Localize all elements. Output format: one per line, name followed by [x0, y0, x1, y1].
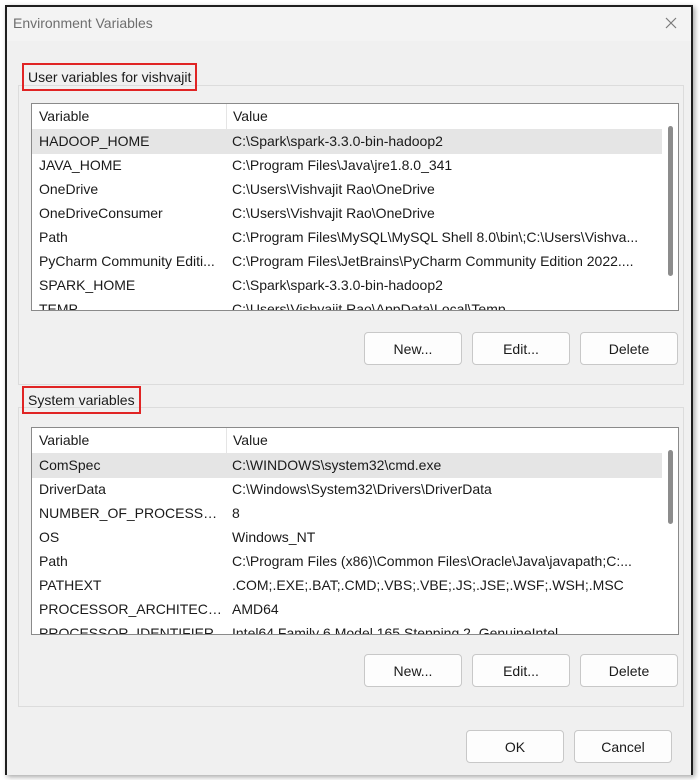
variable-name-cell: TEMP: [39, 301, 78, 311]
variable-name-cell: PATHEXT: [39, 577, 102, 593]
table-row[interactable]: PROCESSOR_IDENTIFIER Intel64 Family 6 Mod…: [32, 622, 678, 635]
variable-name-cell: PyCharm Community Editi...: [39, 253, 215, 269]
variable-value-cell: C:\Spark\spark-3.3.0-bin-hadoop2: [232, 277, 443, 293]
column-header-value[interactable]: Value: [233, 108, 268, 124]
variable-name-cell: OS: [39, 529, 60, 545]
table-row[interactable]: Path C:\Program Files (x86)\Common Files\…: [32, 550, 678, 574]
variable-name-cell: JAVA_HOME: [39, 157, 122, 173]
variable-name-cell: OneDrive: [39, 181, 99, 197]
column-header-variable[interactable]: Variable: [39, 108, 89, 124]
user-list-header: Variable Value: [32, 104, 678, 130]
close-button[interactable]: [651, 7, 691, 39]
system-edit-button[interactable]: Edit...: [472, 654, 570, 687]
cancel-button[interactable]: Cancel: [574, 730, 672, 763]
table-row[interactable]: HADOOP_HOME C:\Spark\spark-3.3.0-bin-hado…: [32, 130, 678, 154]
system-variables-label: System variables: [22, 386, 141, 414]
variable-value-cell: C:\Users\Vishvajit Rao\OneDrive: [232, 181, 435, 197]
variable-value-cell: C:\Program Files (x86)\Common Files\Orac…: [232, 553, 632, 569]
table-row[interactable]: SPARK_HOME C:\Spark\spark-3.3.0-bin-hadoo…: [32, 274, 678, 298]
variable-value-cell: C:\Program Files\Java\jre1.8.0_341: [232, 157, 453, 173]
table-row[interactable]: OneDrive C:\Users\Vishvajit Rao\OneDrive: [32, 178, 678, 202]
system-list-header: Variable Value: [32, 428, 678, 454]
close-icon: [665, 17, 677, 29]
table-row[interactable]: PATHEXT .COM;.EXE;.BAT;.CMD;.VBS;.VBE;.JS…: [32, 574, 678, 598]
variable-value-cell: C:\Program Files\JetBrains\PyCharm Commu…: [232, 253, 634, 269]
variable-value-cell: C:\Users\Vishvajit Rao\AppData\Local\Tem…: [232, 301, 506, 311]
variable-value-cell: .COM;.EXE;.BAT;.CMD;.VBS;.VBE;.JS;.JSE;.…: [232, 577, 624, 593]
variable-name-cell: PROCESSOR_IDENTIFIER: [39, 625, 215, 635]
table-row[interactable]: OS Windows_NT: [32, 526, 678, 550]
variable-value-cell: C:\WINDOWS\system32\cmd.exe: [232, 457, 442, 473]
column-separator: [226, 428, 227, 454]
variable-name-cell: ComSpec: [39, 457, 101, 473]
variable-value-cell: C:\Program Files\MySQL\MySQL Shell 8.0\b…: [232, 229, 639, 245]
variable-name-cell: PROCESSOR_ARCHITECTU...: [39, 601, 224, 617]
system-variables-list[interactable]: Variable Value ComSpec C:\WINDOWS\system3…: [31, 427, 679, 635]
user-variables-list[interactable]: Variable Value HADOOP_HOME C:\Spark\spark…: [31, 103, 679, 311]
table-row[interactable]: ComSpec C:\WINDOWS\system32\cmd.exe: [32, 454, 678, 478]
variable-name-cell: SPARK_HOME: [39, 277, 136, 293]
table-row[interactable]: DriverData C:\Windows\System32\Drivers\Dr…: [32, 478, 678, 502]
variable-name-cell: HADOOP_HOME: [39, 133, 150, 149]
window-title: Environment Variables: [13, 15, 153, 31]
variable-name-cell: NUMBER_OF_PROCESSORS: [39, 505, 224, 521]
table-row[interactable]: TEMP C:\Users\Vishvajit Rao\AppData\Local…: [32, 298, 678, 311]
variable-value-cell: Windows_NT: [232, 529, 316, 545]
column-separator: [226, 104, 227, 130]
variable-value-cell: AMD64: [232, 601, 279, 617]
system-new-button[interactable]: New...: [364, 654, 462, 687]
variable-name-cell: OneDriveConsumer: [39, 205, 163, 221]
user-new-button[interactable]: New...: [364, 332, 462, 365]
title-bar: Environment Variables: [7, 7, 691, 41]
variable-name-cell: Path: [39, 553, 68, 569]
user-edit-button[interactable]: Edit...: [472, 332, 570, 365]
variable-name-cell: DriverData: [39, 481, 106, 497]
scroll-thumb[interactable]: [668, 450, 673, 524]
variable-value-cell: C:\Spark\spark-3.3.0-bin-hadoop2: [232, 133, 443, 149]
table-row[interactable]: PROCESSOR_ARCHITECTU... AMD64: [32, 598, 678, 622]
scroll-thumb[interactable]: [668, 126, 673, 276]
variable-name-cell: Path: [39, 229, 68, 245]
user-delete-button[interactable]: Delete: [580, 332, 678, 365]
user-variables-label: User variables for vishvajit: [22, 63, 198, 91]
ok-button[interactable]: OK: [466, 730, 564, 763]
column-header-value[interactable]: Value: [233, 432, 268, 448]
table-row[interactable]: OneDriveConsumer C:\Users\Vishvajit Rao\O…: [32, 202, 678, 226]
environment-variables-dialog: Environment Variables User variables for…: [5, 5, 693, 775]
column-header-variable[interactable]: Variable: [39, 432, 89, 448]
system-list-scrollbar[interactable]: [662, 428, 678, 634]
user-list-scrollbar[interactable]: [662, 104, 678, 310]
table-row[interactable]: NUMBER_OF_PROCESSORS 8: [32, 502, 678, 526]
variable-value-cell: 8: [232, 505, 240, 521]
variable-value-cell: C:\Users\Vishvajit Rao\OneDrive: [232, 205, 435, 221]
table-row[interactable]: PyCharm Community Editi... C:\Program Fil…: [32, 250, 678, 274]
variable-value-cell: C:\Windows\System32\Drivers\DriverData: [232, 481, 492, 497]
system-delete-button[interactable]: Delete: [580, 654, 678, 687]
variable-value-cell: Intel64 Family 6 Model 165 Stepping 2, G…: [232, 625, 559, 635]
dialog-content: User variables for vishvajit Variable Va…: [7, 41, 691, 775]
table-row[interactable]: Path C:\Program Files\MySQL\MySQL Shell 8…: [32, 226, 678, 250]
table-row[interactable]: JAVA_HOME C:\Program Files\Java\jre1.8.0_…: [32, 154, 678, 178]
